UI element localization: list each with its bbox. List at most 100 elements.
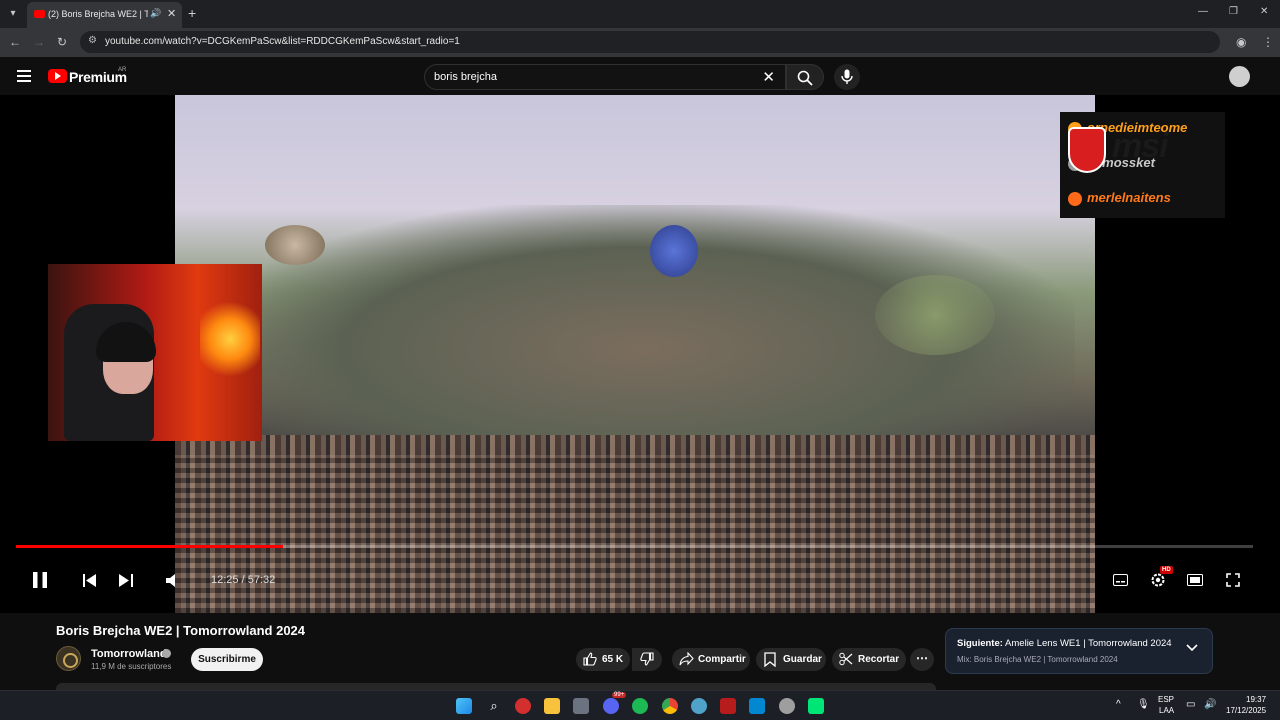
next-icon[interactable]: [119, 574, 133, 587]
start-icon[interactable]: [456, 698, 472, 714]
forward-icon[interactable]: →: [33, 35, 45, 49]
thumbs-down-icon: [640, 652, 654, 666]
progress-played: [16, 545, 284, 548]
video-title: Boris Brejcha WE2 | Tomorrowland 2024: [56, 623, 306, 638]
clock-date: 17/12/2025: [1226, 706, 1267, 715]
new-tab-icon[interactable]: +: [188, 5, 196, 21]
dislike-button[interactable]: [632, 648, 662, 671]
spotify-icon[interactable]: [632, 698, 648, 714]
discord-icon[interactable]: [603, 698, 619, 714]
app-icon[interactable]: [720, 698, 736, 714]
search-input[interactable]: boris brejcha ✕: [424, 64, 786, 90]
youtube-logo-icon[interactable]: [48, 69, 67, 83]
thumbs-up-icon: [583, 652, 597, 666]
language-indicator[interactable]: ESP: [1158, 695, 1174, 704]
back-icon[interactable]: ←: [9, 35, 21, 49]
pause-icon[interactable]: [32, 571, 48, 589]
windows-taskbar: ⌕ 99+ ^ 🎙 ESP LAA ▭ 🔊 19:37 17/12/2025: [0, 690, 1280, 720]
store-icon[interactable]: [573, 698, 589, 714]
channel-name[interactable]: Tomorrowland: [91, 648, 167, 660]
share-label: Compartir: [698, 654, 746, 665]
maximize-icon[interactable]: ❐: [1229, 6, 1238, 17]
chrome-icon[interactable]: [662, 698, 678, 714]
more-actions-button[interactable]: ⋯: [910, 648, 934, 671]
stage-decoration: [265, 225, 325, 265]
fullscreen-icon[interactable]: [1226, 573, 1240, 587]
volume-icon[interactable]: [166, 574, 178, 587]
more-icon: ⋯: [916, 651, 928, 665]
search-taskbar-icon[interactable]: ⌕: [486, 698, 502, 714]
site-info-icon[interactable]: ⚙: [88, 35, 97, 46]
app-icon[interactable]: [779, 698, 795, 714]
voice-search-button[interactable]: [834, 64, 860, 90]
avatar[interactable]: [1229, 66, 1250, 87]
network-icon[interactable]: ▭: [1186, 699, 1195, 710]
clip-label: Recortar: [858, 654, 900, 665]
browser-tab[interactable]: (2) Boris Brejcha WE2 | Tom 🔊 ✕: [27, 2, 182, 28]
app-icon[interactable]: [515, 698, 531, 714]
country-code: AR: [118, 67, 127, 73]
hamburger-menu-icon[interactable]: [17, 70, 31, 82]
clock-time[interactable]: 19:37: [1246, 695, 1266, 704]
notification-badge: 99+: [612, 692, 627, 698]
video-frame[interactable]: [175, 95, 1095, 613]
speaker-icon[interactable]: 🔊: [1204, 699, 1216, 710]
url-field[interactable]: ⚙ youtube.com/watch?v=DCGKemPaScw&list=R…: [80, 31, 1220, 53]
file-explorer-icon[interactable]: [544, 698, 560, 714]
lamp: [200, 299, 260, 379]
share-button[interactable]: Compartir: [672, 648, 750, 671]
chevron-down-icon[interactable]: [1186, 644, 1198, 652]
app-icon[interactable]: [808, 698, 824, 714]
msi-dragon-logo: [1068, 127, 1106, 173]
window-close-icon[interactable]: ✕: [1260, 6, 1268, 17]
next-up-mix: Mix: Boris Brejcha WE2 | Tomorrowland 20…: [957, 655, 1118, 664]
app-icon[interactable]: [749, 698, 765, 714]
browser-menu-icon[interactable]: ⋮: [1262, 35, 1274, 49]
search-query: boris brejcha: [434, 71, 497, 83]
channel-avatar[interactable]: [56, 646, 81, 671]
save-label: Guardar: [783, 654, 822, 665]
stage-decoration: [875, 275, 995, 355]
msi-logo: msi: [1112, 127, 1169, 165]
scissors-icon: [839, 652, 853, 666]
subscribe-button[interactable]: Suscribirme: [191, 648, 263, 671]
microphone-tray-icon[interactable]: 🎙: [1137, 699, 1150, 710]
clear-search-icon[interactable]: ✕: [762, 68, 775, 86]
microphone-icon: [841, 69, 853, 84]
address-bar: ← → ↻ ⚙ youtube.com/watch?v=DCGKemPaScw&…: [0, 28, 1280, 57]
youtube-header: Premium AR boris brejcha ✕: [0, 57, 1280, 95]
crowd-shading: [175, 455, 1095, 613]
subscriber-count: 11,9 M de suscriptores: [91, 662, 172, 671]
settings-icon[interactable]: [1150, 572, 1166, 588]
keyboard-layout: LAA: [1159, 706, 1175, 715]
next-up-card[interactable]: Siguiente: Amelie Lens WE1 | Tomorrowlan…: [945, 628, 1213, 674]
url-text: youtube.com/watch?v=DCGKemPaScw&list=RDD…: [105, 36, 460, 47]
video-player[interactable]: ornedieimteome Lemossket merlelnaitens m…: [0, 95, 1280, 613]
youtube-favicon-icon: [34, 10, 45, 18]
profile-icon[interactable]: ◉: [1236, 35, 1246, 49]
verified-icon: [162, 649, 171, 658]
hd-badge: HD: [1160, 566, 1173, 574]
next-up-title: Siguiente: Amelie Lens WE1 | Tomorrowlan…: [957, 638, 1172, 649]
browser-app-icon[interactable]: [691, 698, 707, 714]
reload-icon[interactable]: ↻: [57, 35, 67, 49]
minimize-icon[interactable]: —: [1198, 6, 1208, 17]
browser-tab-bar: ▾ (2) Boris Brejcha WE2 | Tom 🔊 ✕ + — ❐ …: [0, 0, 1280, 28]
search-button[interactable]: [786, 64, 824, 90]
theater-mode-icon[interactable]: [1187, 574, 1203, 586]
share-icon: [679, 652, 694, 666]
progress-bar[interactable]: [16, 545, 1253, 548]
subtitles-icon[interactable]: [1113, 574, 1128, 586]
like-button[interactable]: 65 K: [576, 648, 630, 671]
time-display: 12:25 / 57:32: [211, 574, 276, 586]
streamer-webcam: [48, 264, 262, 441]
like-count: 65 K: [602, 654, 624, 665]
previous-icon[interactable]: [83, 574, 97, 587]
tab-list-icon[interactable]: ▾: [5, 6, 21, 22]
save-button[interactable]: Guardar: [756, 648, 826, 671]
tray-overflow-icon[interactable]: ^: [1116, 699, 1121, 710]
audio-playing-icon[interactable]: 🔊: [150, 8, 161, 19]
search-icon: [797, 70, 813, 86]
tab-close-icon[interactable]: ✕: [167, 7, 176, 20]
clip-button[interactable]: Recortar: [832, 648, 906, 671]
